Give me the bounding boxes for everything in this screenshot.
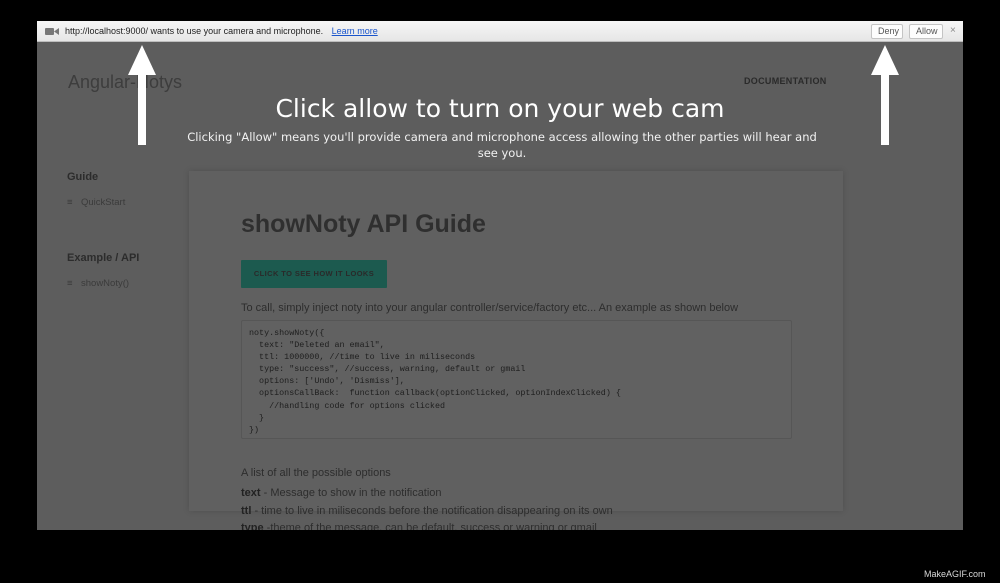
option-item: text - Message to show in the notificati… xyxy=(241,487,442,499)
sidebar-heading-example-api: Example / API xyxy=(67,252,140,264)
permission-infobar: http://localhost:9000/ wants to use your… xyxy=(37,21,963,42)
close-infobar-icon[interactable]: × xyxy=(950,25,956,36)
allow-button[interactable]: Allow xyxy=(909,24,943,39)
see-how-it-looks-button[interactable]: CLICK TO SEE HOW IT LOOKS xyxy=(241,260,387,288)
option-desc: - Message to show in the notification xyxy=(260,487,442,499)
camera-icon xyxy=(45,28,59,35)
deny-button[interactable]: Deny xyxy=(871,24,903,39)
option-name: type xyxy=(241,522,264,530)
option-name: ttl xyxy=(241,505,252,517)
option-name: text xyxy=(241,487,261,499)
overlay-title: Click allow to turn on your web cam xyxy=(275,94,725,123)
sidebar-item-shownoty[interactable]: ≡ showNoty() xyxy=(67,278,129,289)
list-bullet-icon: ≡ xyxy=(67,197,73,208)
option-item: type -theme of the message, can be defau… xyxy=(241,522,597,530)
arrow-up-icon xyxy=(871,45,899,145)
learn-more-link[interactable]: Learn more xyxy=(332,26,378,36)
nav-documentation-link[interactable]: DOCUMENTATION xyxy=(744,76,827,86)
option-desc: -theme of the message, can be default, s… xyxy=(263,522,597,530)
sidebar-item-quickstart[interactable]: ≡ QuickStart xyxy=(67,197,125,208)
option-item: ttl - time to live in miliseconds before… xyxy=(241,505,613,517)
overlay-subtitle: Clicking "Allow" means you'll provide ca… xyxy=(187,130,817,160)
sidebar-item-label: QuickStart xyxy=(81,197,126,208)
list-bullet-icon: ≡ xyxy=(67,278,73,289)
arrow-up-icon xyxy=(128,45,156,145)
sidebar-heading-guide: Guide xyxy=(67,171,99,183)
intro-text: To call, simply inject noty into your an… xyxy=(241,302,739,314)
browser-window: http://localhost:9000/ wants to use your… xyxy=(37,21,963,530)
page-title: showNoty API Guide xyxy=(241,210,486,238)
permission-message-text: http://localhost:9000/ wants to use your… xyxy=(65,26,324,36)
site-brand[interactable]: Angular-Notys xyxy=(68,72,182,93)
code-example-block: noty.showNoty({ text: "Deleted an email"… xyxy=(241,320,792,439)
watermark: MakeAGIF.com xyxy=(924,569,986,579)
permission-message: http://localhost:9000/ wants to use your… xyxy=(65,26,378,36)
option-desc: - time to live in miliseconds before the… xyxy=(251,505,613,517)
sidebar-item-label: showNoty() xyxy=(81,278,130,289)
options-list-title: A list of all the possible options xyxy=(241,467,391,479)
